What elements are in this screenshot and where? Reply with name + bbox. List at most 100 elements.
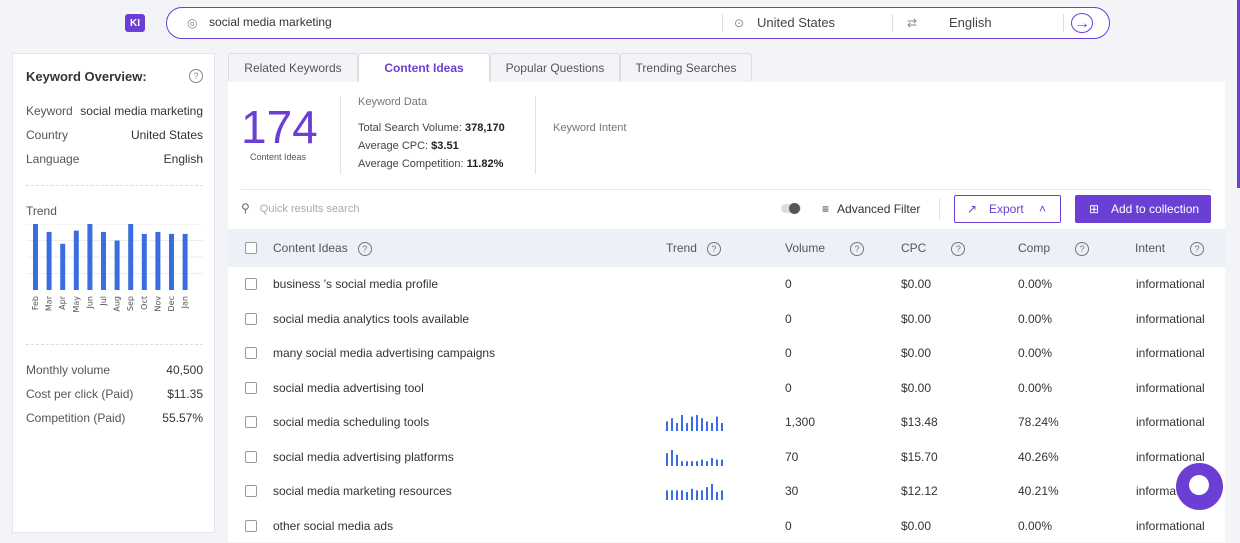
sparkline-bar bbox=[721, 490, 723, 500]
trend-sparkline bbox=[666, 517, 726, 535]
trend-label: Trend bbox=[26, 204, 57, 218]
row-checkbox[interactable] bbox=[245, 278, 257, 290]
country-select[interactable]: United States bbox=[757, 15, 835, 30]
comp-value: 0.00% bbox=[1018, 346, 1053, 360]
trend-sparkline bbox=[666, 275, 726, 293]
row-checkbox[interactable] bbox=[245, 485, 257, 497]
table-row[interactable]: many social media advertising campaigns 0… bbox=[228, 336, 1225, 370]
help-icon[interactable]: ? bbox=[1190, 241, 1205, 256]
row-checkbox[interactable] bbox=[245, 416, 257, 428]
content-idea-text[interactable]: social media analytics tools available bbox=[273, 312, 469, 326]
trend-bar bbox=[114, 240, 120, 290]
intent-value: informational bbox=[1136, 518, 1205, 533]
export-button[interactable]: ↗ Export ˄ bbox=[954, 195, 1061, 223]
content-idea-text[interactable]: social media marketing resources bbox=[273, 484, 452, 498]
trend-bar bbox=[169, 233, 174, 290]
divider bbox=[535, 96, 536, 174]
help-icon[interactable]: ? bbox=[1075, 241, 1090, 256]
sparkline-bar bbox=[711, 457, 713, 466]
header-cpc[interactable]: CPC? bbox=[901, 241, 966, 256]
overview-row-language: Language English bbox=[26, 152, 203, 166]
header-intent[interactable]: Intent? bbox=[1135, 241, 1205, 256]
header-volume[interactable]: Volume? bbox=[785, 241, 865, 256]
search-input[interactable]: social media marketing bbox=[209, 15, 332, 29]
stat-label: Cost per click (Paid) bbox=[26, 387, 134, 401]
row-checkbox[interactable] bbox=[245, 450, 257, 463]
tab-content-ideas[interactable]: Content Ideas bbox=[358, 53, 490, 83]
language-select[interactable]: English bbox=[949, 15, 992, 30]
table-row[interactable]: social media scheduling tools 1,300 $13.48… bbox=[228, 405, 1225, 439]
app-logo[interactable]: KI bbox=[125, 14, 145, 32]
sparkline-bar bbox=[716, 459, 718, 466]
select-all-checkbox[interactable] bbox=[245, 242, 257, 254]
sparkline-bar bbox=[691, 460, 693, 466]
search-submit-button[interactable]: → bbox=[1071, 13, 1093, 33]
table-row[interactable]: other social media ads 0 $0.00 0.00% informa… bbox=[228, 509, 1225, 543]
trend-bar bbox=[182, 233, 188, 290]
chat-widget-button[interactable] bbox=[1176, 463, 1223, 510]
cpc-value: $0.00 bbox=[901, 277, 932, 291]
tab-related-keywords[interactable]: Related Keywords bbox=[228, 53, 358, 81]
volume-value: 0 bbox=[785, 311, 792, 326]
tab-popular-questions[interactable]: Popular Questions bbox=[490, 53, 620, 81]
header-trend[interactable]: Trend? bbox=[666, 241, 721, 256]
table-row[interactable]: social media marketing resources 30 $12.12… bbox=[228, 474, 1225, 508]
cpc-value: $12.12 bbox=[901, 484, 938, 498]
quick-search-input[interactable]: Quick results search bbox=[260, 203, 360, 215]
sparkline-bar bbox=[716, 492, 718, 500]
overview-title: Keyword Overview: bbox=[26, 69, 147, 84]
content-idea-text[interactable]: many social media advertising campaigns bbox=[273, 346, 495, 360]
add-to-collection-button[interactable]: ⊞ Add to collection bbox=[1075, 195, 1211, 223]
search-bar: ◎ social media marketing ⊙ United States… bbox=[166, 7, 1110, 39]
stat-competition: Competition (Paid) 55.57% bbox=[26, 411, 203, 425]
content-idea-text[interactable]: other social media ads bbox=[273, 519, 393, 533]
content-idea-text[interactable]: social media advertising tool bbox=[273, 381, 424, 395]
help-icon[interactable]: ? bbox=[706, 241, 721, 256]
month-label: Jul bbox=[99, 296, 108, 307]
tab-trending-searches[interactable]: Trending Searches bbox=[620, 53, 752, 81]
quick-search[interactable]: ⚲ Quick results search bbox=[241, 201, 359, 215]
row-checkbox[interactable] bbox=[245, 381, 257, 394]
content-idea-text[interactable]: social media advertising platforms bbox=[273, 450, 454, 464]
header-content-ideas[interactable]: Content Ideas? bbox=[273, 241, 372, 256]
content-ideas-panel: 174 Content Ideas Keyword Data Total Sea… bbox=[228, 82, 1225, 542]
table-row[interactable]: business 's social media profile 0 $0.00 0.… bbox=[228, 267, 1225, 301]
trend-bar bbox=[128, 224, 134, 290]
trend-sparkline bbox=[666, 344, 726, 362]
comp-value: 0.00% bbox=[1018, 311, 1053, 326]
divider bbox=[939, 198, 940, 220]
month-label: May bbox=[72, 296, 81, 313]
volume-value: 30 bbox=[785, 484, 799, 498]
sparkline-bar bbox=[686, 423, 688, 431]
comp-value: 40.26% bbox=[1018, 449, 1059, 464]
toggle-switch[interactable] bbox=[781, 203, 801, 214]
header-comp[interactable]: Comp? bbox=[1018, 241, 1090, 256]
intent-value: informational bbox=[1136, 311, 1205, 326]
help-icon[interactable]: ? bbox=[850, 241, 865, 256]
content-idea-text[interactable]: social media scheduling tools bbox=[273, 415, 429, 429]
advanced-filter-button[interactable]: ≡ Advanced Filter bbox=[822, 202, 920, 216]
sparkline-bar bbox=[681, 415, 683, 431]
divider bbox=[722, 14, 723, 32]
row-checkbox[interactable] bbox=[245, 312, 257, 325]
comp-value: 78.24% bbox=[1018, 415, 1059, 429]
stat-value: $11.35 bbox=[167, 387, 203, 401]
help-icon[interactable]: ? bbox=[951, 241, 966, 256]
help-icon[interactable]: ? bbox=[189, 69, 203, 83]
sparkline-bar bbox=[706, 421, 708, 431]
cpc-value: $0.00 bbox=[901, 346, 932, 360]
row-checkbox[interactable] bbox=[245, 519, 257, 532]
intent-value: informational bbox=[1136, 277, 1205, 291]
table-row[interactable]: social media advertising tool 0 $0.00 0.00%… bbox=[228, 371, 1225, 405]
row-label: Language bbox=[26, 152, 80, 166]
row-checkbox[interactable] bbox=[245, 347, 257, 359]
table-row[interactable]: social media advertising platforms 70 $15.… bbox=[228, 440, 1225, 474]
trend-chart: Feb Mar Apr May Jun Jul Aug Sep Oct Nov Dec Jan bbox=[26, 224, 203, 313]
sparkline-bar bbox=[701, 418, 703, 431]
row-label: Country bbox=[26, 128, 69, 142]
table-row[interactable]: social media analytics tools available 0 $… bbox=[228, 302, 1225, 336]
stat-value: 55.57% bbox=[162, 411, 203, 425]
help-icon[interactable]: ? bbox=[357, 241, 372, 256]
table-header: Content Ideas? Trend? Volume? CPC? Comp?… bbox=[228, 229, 1225, 267]
content-idea-text[interactable]: business 's social media profile bbox=[273, 277, 438, 291]
